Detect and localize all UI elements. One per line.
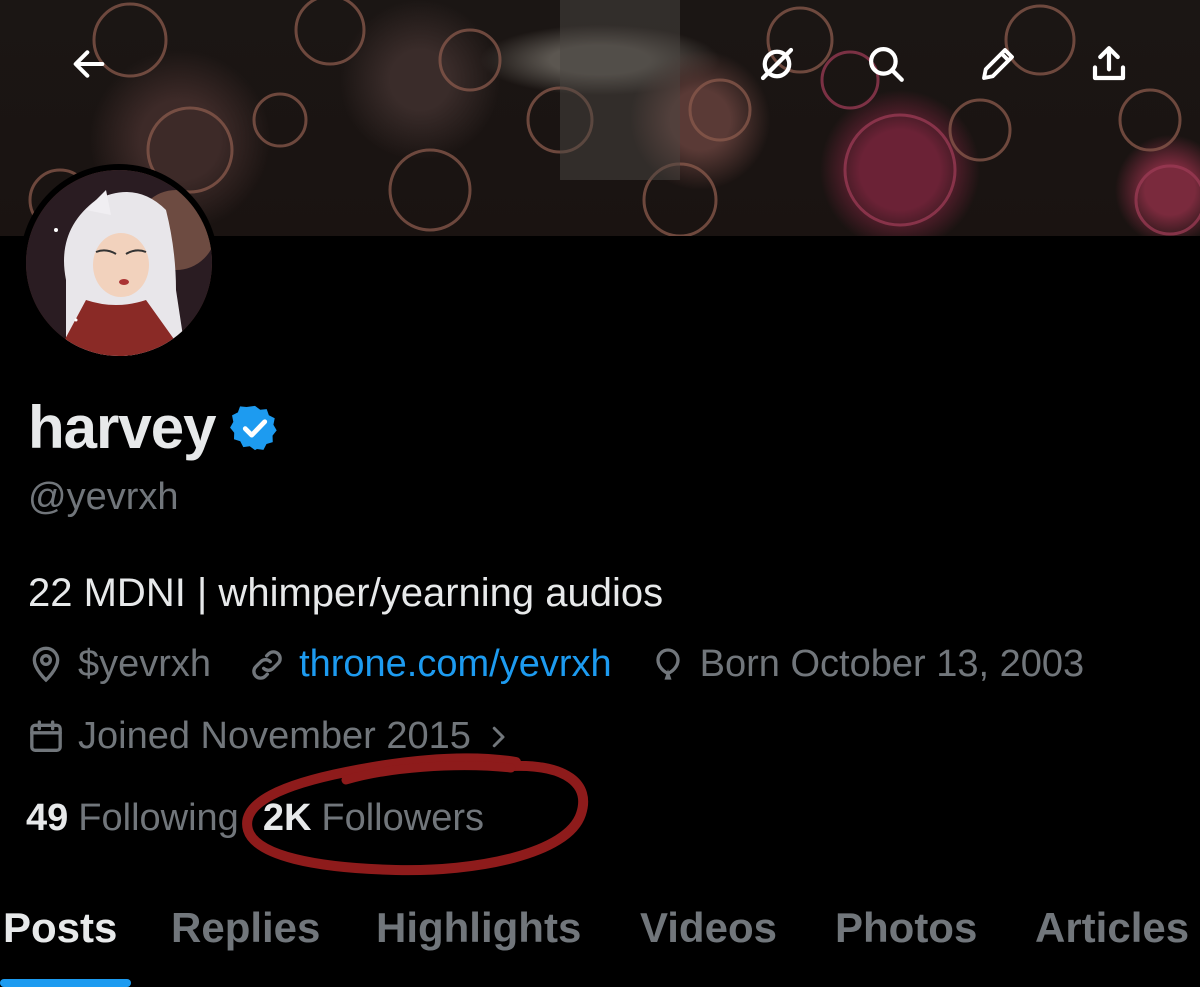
avatar-image	[26, 170, 212, 356]
profile-handle: @yevrxh	[28, 476, 179, 518]
following-stat[interactable]: 49 Following	[26, 797, 239, 840]
joined-text: Joined November 2015	[78, 715, 471, 757]
share-button[interactable]	[1081, 36, 1137, 92]
edit-button[interactable]	[970, 36, 1026, 92]
following-label: Following	[78, 797, 239, 839]
share-icon	[1092, 46, 1126, 81]
followers-count: 2K	[262, 797, 312, 839]
chevron-right-icon	[492, 726, 505, 747]
location-text: $yevrxh	[78, 643, 212, 685]
verified-badge-icon[interactable]	[229, 402, 281, 454]
tab-replies[interactable]: Replies	[171, 904, 320, 952]
location-pin-icon	[32, 646, 60, 682]
balloon-icon	[655, 647, 680, 680]
display-name: harvey	[28, 394, 216, 461]
grok-button[interactable]	[749, 36, 805, 92]
search-button[interactable]	[858, 36, 914, 92]
tab-videos[interactable]: Videos	[640, 904, 777, 952]
calendar-icon	[30, 719, 62, 752]
profile-name-row: harvey	[28, 393, 281, 462]
link-icon	[252, 649, 282, 680]
tab-posts[interactable]: Posts	[3, 904, 117, 952]
grok-icon	[760, 47, 794, 81]
tab-photos[interactable]: Photos	[835, 904, 977, 952]
followers-label: Followers	[321, 797, 484, 839]
birthday-item: Born October 13, 2003	[648, 643, 1084, 686]
tab-articles[interactable]: Articles	[1035, 904, 1189, 952]
profile-bio: 22 MDNI | whimper/yearning audios	[28, 571, 664, 615]
avatar[interactable]	[20, 164, 218, 362]
website-link[interactable]: throne.com/yevrxh	[299, 643, 612, 686]
location-item: $yevrxh	[26, 643, 211, 686]
search-icon	[869, 47, 904, 82]
follow-stats: 49 Following 2K Followers	[26, 797, 508, 840]
profile-tabs: Posts Replies Highlights Videos Photos A…	[0, 900, 1200, 987]
active-tab-indicator	[0, 979, 131, 987]
back-button[interactable]	[61, 36, 117, 92]
edit-icon	[982, 48, 1014, 80]
website-item[interactable]: throne.com/yevrxh	[247, 643, 612, 686]
following-count: 49	[26, 797, 69, 839]
tab-highlights[interactable]: Highlights	[376, 904, 581, 952]
arrow-left-icon	[73, 50, 105, 78]
joined-row[interactable]: Joined November 2015	[26, 715, 513, 758]
profile-meta-row: $yevrxh throne.com/yevrxh Born October 1…	[26, 643, 1120, 686]
followers-stat[interactable]: 2K Followers	[263, 797, 484, 840]
birthday-text: Born October 13, 2003	[699, 643, 1085, 685]
